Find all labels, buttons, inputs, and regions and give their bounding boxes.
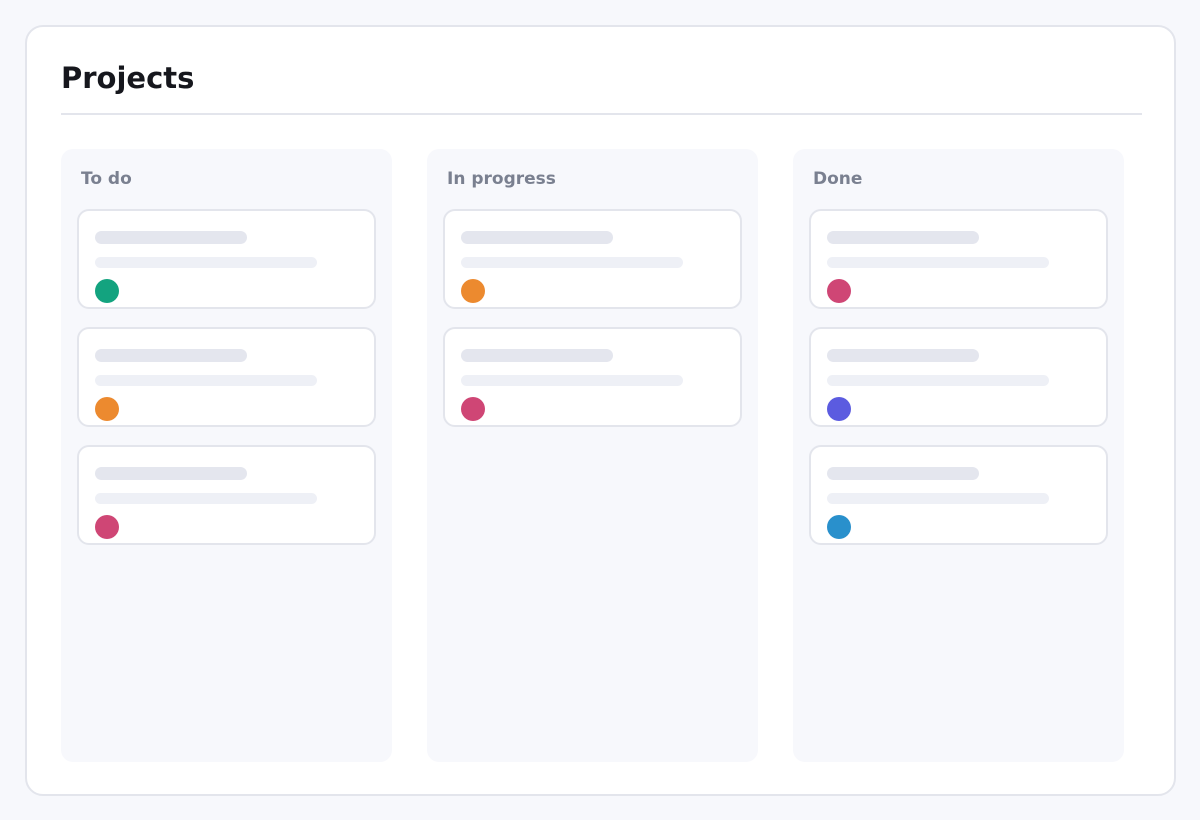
avatar (461, 397, 485, 421)
title-divider (61, 113, 1142, 115)
task-card[interactable] (77, 445, 376, 545)
avatar (461, 279, 485, 303)
card-text-placeholder (461, 375, 683, 386)
avatar (95, 515, 119, 539)
avatar (827, 397, 851, 421)
column-todo: To do (61, 149, 392, 762)
card-title-placeholder (827, 349, 979, 362)
card-text-placeholder (95, 375, 317, 386)
page-title: Projects (61, 61, 195, 95)
card-title-placeholder (95, 467, 247, 480)
avatar (827, 515, 851, 539)
card-title-placeholder (95, 349, 247, 362)
card-text-placeholder (827, 375, 1049, 386)
column-title: To do (81, 169, 132, 189)
card-title-placeholder (827, 231, 979, 244)
task-card[interactable] (443, 327, 742, 427)
card-text-placeholder (461, 257, 683, 268)
column-title: Done (813, 169, 863, 189)
task-card[interactable] (809, 209, 1108, 309)
card-title-placeholder (461, 231, 613, 244)
avatar (95, 279, 119, 303)
task-card[interactable] (77, 209, 376, 309)
task-card[interactable] (809, 327, 1108, 427)
card-title-placeholder (95, 231, 247, 244)
card-text-placeholder (827, 257, 1049, 268)
avatar (95, 397, 119, 421)
column-title: In progress (447, 169, 556, 189)
card-text-placeholder (827, 493, 1049, 504)
task-card[interactable] (77, 327, 376, 427)
card-title-placeholder (461, 349, 613, 362)
card-text-placeholder (95, 257, 317, 268)
column-done: Done (793, 149, 1124, 762)
task-card[interactable] (443, 209, 742, 309)
column-in-progress: In progress (427, 149, 758, 762)
avatar (827, 279, 851, 303)
card-title-placeholder (827, 467, 979, 480)
card-text-placeholder (95, 493, 317, 504)
board-panel: Projects To do In progress Done (25, 25, 1176, 796)
task-card[interactable] (809, 445, 1108, 545)
